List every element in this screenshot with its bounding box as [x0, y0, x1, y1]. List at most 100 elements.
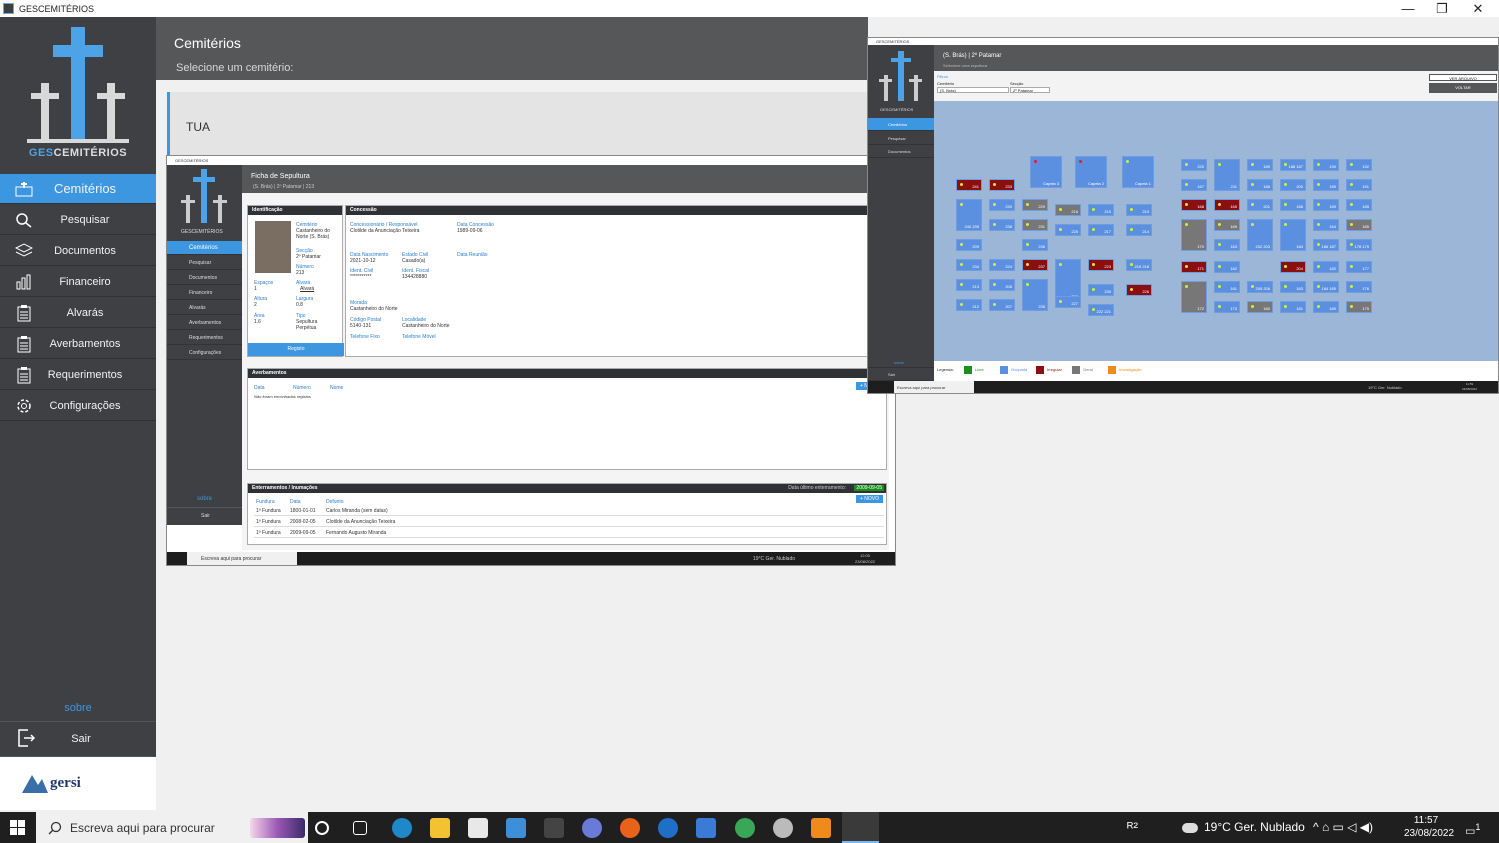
grave-plot[interactable]: 205 206 [1247, 281, 1273, 293]
grave-plot[interactable]: 163 [1214, 239, 1240, 251]
ficha-nav-requerimentos[interactable]: Requerimentos [167, 331, 242, 345]
grave-plot[interactable]: 228 [1055, 259, 1081, 301]
app-icon[interactable] [773, 818, 793, 838]
grave-plot[interactable]: 168 [1181, 199, 1207, 211]
chapel-plot[interactable]: Capela 1 [1122, 156, 1154, 188]
grave-plot[interactable]: 200 [1280, 179, 1306, 191]
grave-plot[interactable]: 164 [1313, 219, 1339, 231]
grave-plot[interactable]: 201 [1247, 199, 1273, 211]
grave-plot[interactable]: 224 [989, 259, 1015, 271]
grave-plot[interactable]: 215 [1088, 204, 1114, 216]
tray-icons[interactable]: ^ ⌂ ▭ ◁ ◀) [1313, 812, 1373, 843]
sidebar-item-configuracoes[interactable]: Configurações [0, 391, 156, 421]
grave-plot[interactable]: 202 203 [1247, 219, 1273, 251]
ficha-nav-configuracoes[interactable]: Configurações [167, 346, 242, 360]
grave-plot[interactable]: 219 218 [1126, 259, 1152, 271]
store-icon[interactable] [468, 818, 488, 838]
grave-plot[interactable]: 209 [956, 239, 982, 251]
registo-button[interactable]: Registo [248, 343, 344, 356]
grave-plot[interactable]: 192 [1346, 159, 1372, 171]
grave-plot[interactable]: 222 221 [1088, 304, 1114, 316]
internet-explorer-icon[interactable] [658, 818, 678, 838]
grave-plot[interactable]: 180 [1313, 301, 1339, 313]
grave-plot[interactable]: 214 [1126, 224, 1152, 236]
grave-plot[interactable]: 236 [1022, 239, 1048, 251]
grave-plot[interactable]: 212 [956, 299, 982, 311]
grave-plot[interactable]: 169 [1214, 219, 1240, 231]
grave-plot[interactable]: 230 [989, 199, 1015, 211]
ficha-nav-cemiterios[interactable]: Cemitérios [167, 241, 242, 255]
section-select[interactable]: 2º Patamar [1010, 87, 1050, 93]
grave-plot[interactable]: 172 [1181, 281, 1207, 313]
calculator-icon[interactable] [696, 818, 716, 838]
ficha-nav-financeiro[interactable]: Financeiro [167, 286, 242, 300]
app-icon[interactable] [544, 818, 564, 838]
grave-plot[interactable]: 175 [1346, 301, 1372, 313]
grave-plot[interactable]: 186 [1280, 199, 1306, 211]
grave-plot[interactable]: 191 [1346, 179, 1372, 191]
grave-plot[interactable]: 161 [1214, 281, 1240, 293]
media-app-icon[interactable] [506, 818, 526, 838]
grave-plot[interactable]: 237 [1022, 259, 1048, 271]
sidebar-item-cemiterios[interactable]: Cemitérios [0, 174, 156, 204]
about-link[interactable]: sobre [0, 702, 156, 714]
windows-start-icon[interactable] [10, 820, 25, 835]
ficha-nav-pesquisar[interactable]: Pesquisar [167, 256, 242, 270]
ficha-about-link[interactable]: sobre [167, 496, 242, 502]
grave-plot[interactable]: 235 [1022, 279, 1048, 311]
grave-plot[interactable]: 166 [1247, 179, 1273, 191]
grave-plot[interactable]: 185 [1346, 199, 1372, 211]
edge-icon[interactable] [392, 818, 412, 838]
grave-plot[interactable]: 211 [1214, 159, 1240, 191]
grave-plot[interactable]: 233 [989, 179, 1015, 191]
minimize-button[interactable]: — [1390, 0, 1426, 17]
grave-plot[interactable]: 173 [1214, 301, 1240, 313]
weather-widget[interactable]: 19°C Ger. Nublado [1182, 812, 1305, 843]
table-row[interactable]: 1ª Fundura 2008-02-05 Clotilde da Anunci… [254, 517, 884, 527]
sidebar-item-requerimentos[interactable]: Requerimentos [0, 360, 156, 390]
chapel-plot[interactable]: Capela 2 [1075, 156, 1107, 188]
ficha-taskbar-search[interactable]: Escreva aqui para procurar [187, 552, 297, 565]
grave-plot[interactable]: 184 185 [1313, 281, 1339, 293]
sidebar-item-pesquisar[interactable]: Pesquisar [0, 205, 156, 235]
view-archive-button[interactable]: VER ARQUIVO [1429, 74, 1497, 81]
sidebar-item-documentos[interactable]: Documentos [0, 236, 156, 266]
cemetery-select[interactable]: (S. Brás) [937, 87, 1009, 93]
clock[interactable]: 11:57 23/08/2022 [1404, 814, 1454, 840]
grave-plot[interactable]: 184 [1280, 219, 1306, 251]
grave-plot[interactable]: 183 [1280, 281, 1306, 293]
grave-plot[interactable]: 190 [1313, 159, 1339, 171]
ficha-logout-button[interactable]: Sair [167, 507, 242, 523]
ficha-nav-documentos[interactable]: Documentos [167, 271, 242, 285]
grave-plot[interactable]: 189 [1313, 179, 1339, 191]
grave-plot[interactable]: 189 [1247, 159, 1273, 171]
grave-plot[interactable]: 238 [989, 219, 1015, 231]
grave-plot[interactable]: 188 187 [1280, 159, 1306, 171]
grave-plot[interactable]: 189 [1313, 199, 1339, 211]
table-row[interactable]: 1ª Fundura 2009-09-05 Fernando Augusto M… [254, 528, 884, 538]
cortana-icon[interactable] [315, 821, 329, 835]
grave-plot[interactable]: 210 [1126, 204, 1152, 216]
grave-plot[interactable]: 177 [1346, 261, 1372, 273]
grave-plot[interactable]: 181 [1280, 301, 1306, 313]
grave-plot[interactable]: 178 179 [1346, 239, 1372, 251]
chrome-icon[interactable] [735, 818, 755, 838]
grave-plot[interactable]: 171 [1181, 261, 1207, 273]
grave-plot[interactable]: 204 [1280, 261, 1306, 273]
grave-plot[interactable]: 235 [1088, 284, 1114, 296]
plan-nav-documentos[interactable]: Documentos [868, 145, 934, 158]
grave-plot[interactable]: 207 [989, 299, 1015, 311]
logout-button[interactable]: Sair [0, 721, 156, 757]
sublime-icon[interactable] [811, 818, 831, 838]
maximize-button[interactable]: ❐ [1424, 0, 1460, 17]
chapel-plot[interactable]: Capela 3 [1030, 156, 1062, 188]
grave-plot[interactable]: 240 239 [956, 199, 982, 231]
grave-plot[interactable]: 182 [1313, 261, 1339, 273]
sidebar-item-alvaras[interactable]: Alvarás [0, 298, 156, 328]
burials-new-button[interactable]: + NOVO [855, 495, 883, 503]
table-row[interactable]: 1ª Fundura 1800-01-01 Carlos Miranda (se… [254, 506, 884, 516]
grave-plot[interactable]: 216 [1055, 204, 1081, 216]
grave-plot[interactable]: 227 [1055, 296, 1081, 308]
grave-plot[interactable]: 220 [1181, 159, 1207, 171]
grave-plot[interactable]: 223 [1088, 259, 1114, 271]
